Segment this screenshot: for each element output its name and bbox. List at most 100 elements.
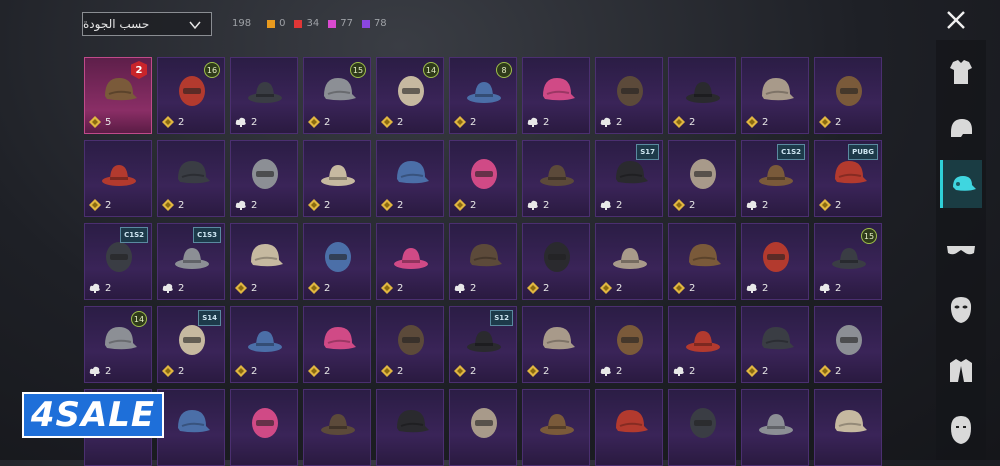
item-card-chef-gas-mask[interactable]: C1S2 2 — [84, 223, 152, 300]
item-card-grey-fedora[interactable] — [814, 389, 882, 466]
item-card-black-cap[interactable]: 2 — [376, 140, 444, 217]
item-thumbnail — [616, 410, 648, 433]
cloud-icon — [162, 283, 173, 293]
item-card-white-turban[interactable]: 2 — [303, 306, 371, 383]
item-quantity-value: 2 — [543, 365, 550, 377]
item-thumbnail — [252, 408, 278, 438]
item-card-blue-ears[interactable]: 2 — [522, 306, 590, 383]
item-card-red-gold-cap[interactable]: 2 — [449, 140, 517, 217]
category-face[interactable] — [940, 406, 982, 454]
close-icon[interactable] — [944, 8, 968, 32]
item-card-horned-hair[interactable]: 2 — [84, 140, 152, 217]
coin-icon — [527, 282, 539, 294]
item-card-tactical-helmet[interactable]: 2 — [230, 57, 298, 134]
item-card-tribal-mask[interactable] — [449, 389, 517, 466]
item-quantity-value: 2 — [470, 116, 477, 128]
item-thumbnail — [690, 159, 716, 189]
item-card-football-helmet[interactable]: 2 — [303, 223, 371, 300]
item-card-brown-fedora[interactable] — [230, 389, 298, 466]
item-quantity: 2 — [454, 365, 476, 377]
item-card-beanie[interactable]: 2 — [303, 140, 371, 217]
item-quantity-value: 2 — [178, 365, 185, 377]
category-outfit[interactable] — [940, 48, 982, 96]
item-quantity-value: 2 — [470, 199, 477, 211]
category-mask[interactable] — [940, 286, 982, 334]
item-card-cowboy-hat[interactable]: 2 — [376, 223, 444, 300]
item-card-spiked-helmet[interactable]: S17 2 — [595, 140, 663, 217]
item-quantity-value: 2 — [616, 282, 623, 294]
quality-count-pink: 77 — [328, 18, 353, 29]
item-card-winter-beanie[interactable]: 2 — [668, 306, 736, 383]
item-quantity-value: 2 — [616, 199, 623, 211]
item-thumbnail — [836, 76, 862, 106]
item-card-fox-ears[interactable]: 2 — [230, 140, 298, 217]
item-card-red-white-cap[interactable]: 2 — [814, 57, 882, 134]
item-card-pink-visor-helmet[interactable]: 2 — [741, 223, 809, 300]
cap-icon — [952, 176, 976, 191]
item-quantity-value: 2 — [324, 199, 331, 211]
item-card-red-fez[interactable]: 2 — [668, 140, 736, 217]
item-card-winter-hat[interactable] — [303, 389, 371, 466]
item-card-shark-hood[interactable] — [668, 389, 736, 466]
item-card-brown-hair-ears[interactable]: 14 2 — [376, 57, 444, 134]
item-card-space-helmet[interactable]: S12 2 — [449, 306, 517, 383]
item-card-blue-cap[interactable]: 2 — [522, 57, 590, 134]
item-grid: 2 5 16 2 2 15 2 14 2 8 2 2 2 2 2 2 2 2 2 2 2 2 2 S17 2 2 C1S2 2 PUBG… — [84, 57, 882, 466]
item-card-black-fedora[interactable]: 2 — [668, 223, 736, 300]
item-card-police-cap[interactable]: 14 2 — [84, 306, 152, 383]
item-card-green-skull-hood[interactable]: 82 — [449, 57, 517, 134]
item-card-green-visor-helmet[interactable]: 2 — [595, 57, 663, 134]
item-card-dreadlock-hat[interactable]: 2 — [449, 223, 517, 300]
coin-icon — [600, 282, 612, 294]
item-thumbnail — [543, 78, 575, 101]
item-card-pink-beret[interactable]: 2 — [814, 306, 882, 383]
item-card-gas-mask-helmet[interactable]: 2 — [595, 223, 663, 300]
item-card-ninja-helmet[interactable]: S14 2 — [157, 306, 225, 383]
item-card-goggle-cap[interactable]: 2 — [741, 57, 809, 134]
item-card-grey-cap[interactable]: 2 — [522, 223, 590, 300]
item-card-racing-helmet[interactable]: 2 — [230, 223, 298, 300]
item-thumbnail — [686, 82, 720, 103]
item-card-red-hair-cap[interactable]: 2 — [522, 140, 590, 217]
item-card-cat-headphones[interactable] — [157, 389, 225, 466]
item-card-aviator-helmet[interactable]: 15 2 — [814, 223, 882, 300]
category-jacket[interactable] — [940, 346, 982, 394]
item-thumbnail — [252, 159, 278, 189]
item-thumbnail — [762, 327, 794, 350]
item-thumbnail — [398, 325, 424, 355]
item-card-knit-cap[interactable]: 2 — [741, 306, 809, 383]
item-quantity: 2 — [308, 365, 330, 377]
item-card-brown-top-hat[interactable]: 2 — [230, 306, 298, 383]
item-card-bunny-mask[interactable]: 25 — [84, 57, 152, 134]
item-card-red-hair[interactable]: 15 2 — [303, 57, 371, 134]
item-card-striped-hat[interactable]: C1S2 2 — [741, 140, 809, 217]
item-card-orange-visor-helmet[interactable]: 2 — [668, 57, 736, 134]
item-card-feather-hat[interactable] — [376, 389, 444, 466]
item-card-dark-mask[interactable] — [522, 389, 590, 466]
item-card-bandana-goggles[interactable]: 16 2 — [157, 57, 225, 134]
item-quantity-value: 2 — [543, 282, 550, 294]
item-card-pink-cap[interactable]: 2 — [376, 306, 444, 383]
item-quantity: 2 — [527, 282, 549, 294]
cloud-icon — [600, 200, 611, 210]
coin-icon — [673, 282, 685, 294]
item-quantity-value: 2 — [762, 365, 769, 377]
category-glasses[interactable] — [940, 226, 982, 274]
category-helmet[interactable] — [940, 104, 982, 152]
item-card-silver-hair[interactable]: PUBG 2 — [814, 140, 882, 217]
item-card-red-beret[interactable] — [741, 389, 809, 466]
item-card-luchador-mask[interactable] — [595, 389, 663, 466]
item-quantity: 2 — [600, 116, 622, 128]
top-bar: حسب الجودة 198 0 34 77 78 — [0, 0, 1000, 50]
coin-icon — [162, 116, 174, 128]
item-card-horse-head[interactable]: C1S3 2 — [157, 223, 225, 300]
item-quantity: 2 — [89, 199, 111, 211]
item-card-white-sun-hat[interactable]: 2 — [157, 140, 225, 217]
coin-icon — [454, 116, 466, 128]
sort-dropdown[interactable]: حسب الجودة — [82, 12, 212, 36]
item-card-grey-gas-mask[interactable]: 2 — [595, 306, 663, 383]
item-quantity-value: 2 — [543, 116, 550, 128]
item-quantity: 2 — [162, 282, 184, 294]
cloud-icon — [819, 283, 830, 293]
category-cap[interactable] — [940, 160, 982, 208]
